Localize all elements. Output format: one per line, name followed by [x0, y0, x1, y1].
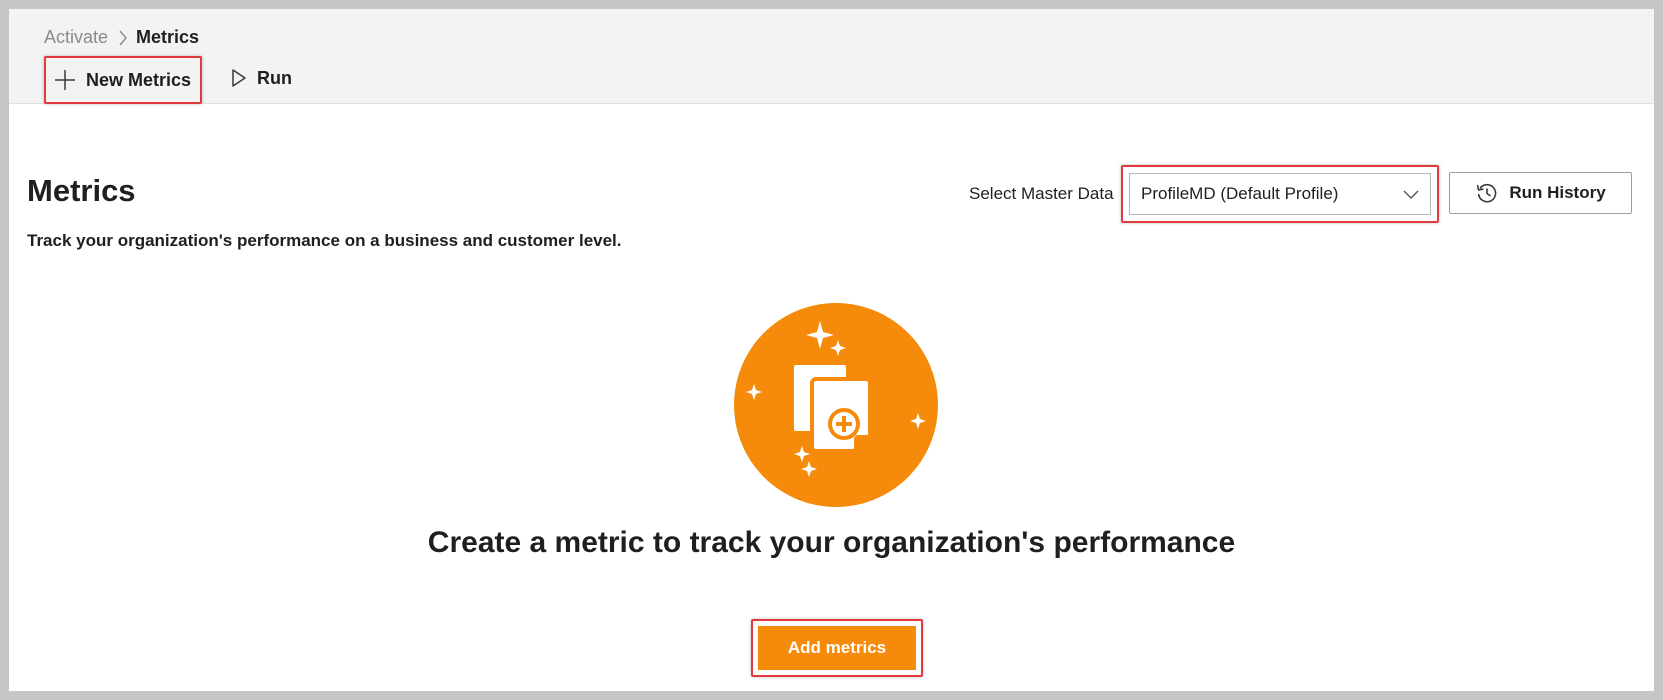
chevron-down-icon — [1403, 190, 1419, 199]
command-bar: Activate Metrics New Metrics Run — [9, 9, 1654, 104]
run-history-label: Run History — [1509, 183, 1606, 202]
page-title: Metrics — [27, 173, 136, 208]
new-document-sparkle-icon — [734, 303, 938, 507]
new-metrics-button[interactable]: New Metrics — [44, 56, 203, 104]
master-data-highlight: ProfileMD (Default Profile) — [1121, 165, 1439, 223]
run-history-button[interactable]: Run History — [1449, 172, 1632, 214]
run-button[interactable]: Run — [231, 58, 292, 98]
run-label: Run — [257, 67, 292, 88]
master-data-label: Select Master Data — [969, 184, 1114, 203]
plus-icon — [55, 70, 75, 90]
app-frame: Activate Metrics New Metrics Run Metrics… — [9, 9, 1654, 691]
add-metrics-highlight: Add metrics — [751, 619, 923, 677]
master-data-select[interactable]: ProfileMD (Default Profile) — [1129, 173, 1431, 215]
play-icon — [232, 69, 246, 87]
page-description: Track your organization's performance on… — [27, 231, 622, 250]
breadcrumb: Activate Metrics — [44, 27, 199, 48]
chevron-right-icon — [118, 30, 128, 46]
empty-state-heading: Create a metric to track your organizati… — [427, 526, 1236, 559]
add-metrics-button[interactable]: Add metrics — [758, 626, 916, 670]
new-metrics-label: New Metrics — [86, 69, 192, 90]
master-data-value: ProfileMD (Default Profile) — [1141, 184, 1339, 203]
breadcrumb-parent[interactable]: Activate — [44, 27, 108, 48]
breadcrumb-current: Metrics — [136, 27, 200, 47]
history-icon — [1477, 184, 1497, 203]
